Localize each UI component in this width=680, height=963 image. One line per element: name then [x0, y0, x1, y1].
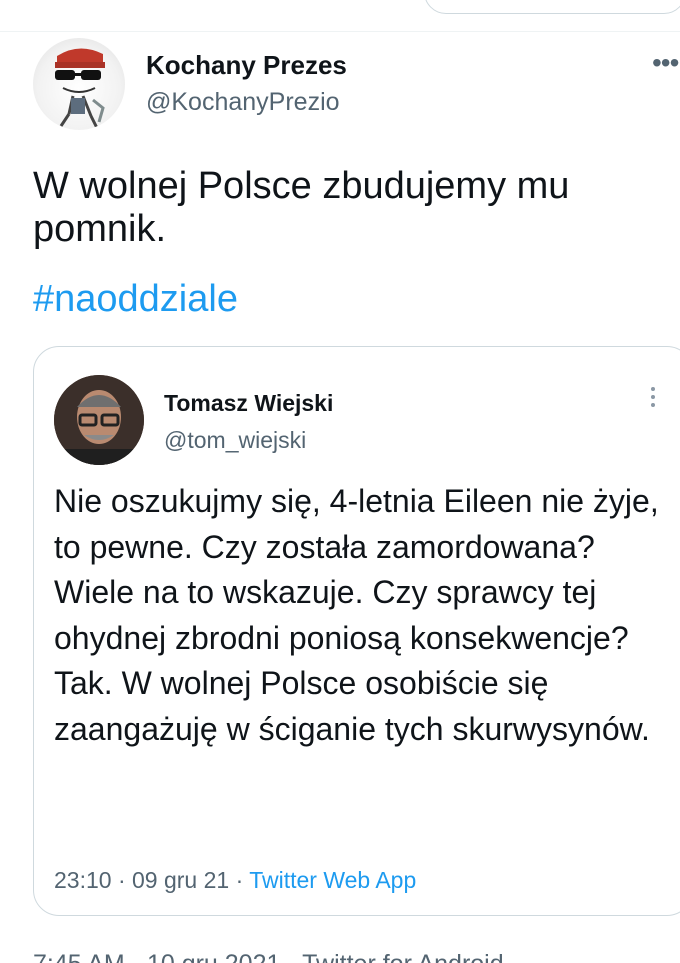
- quoted-source-link[interactable]: Twitter Web App: [249, 867, 416, 893]
- top-pill-button[interactable]: [424, 0, 680, 14]
- avatar-illustration: [55, 48, 105, 129]
- quoted-tweet-meta: 23:10 · 09 gru 21 · Twitter Web App: [54, 867, 416, 894]
- author-avatar[interactable]: [33, 38, 125, 130]
- quoted-author-avatar[interactable]: [54, 375, 144, 465]
- author-name[interactable]: Kochany Prezes: [146, 50, 347, 81]
- hashtag-link[interactable]: #naoddziale: [33, 278, 238, 321]
- more-vertical-icon[interactable]: [648, 387, 658, 411]
- more-icon[interactable]: •••: [652, 47, 679, 79]
- quoted-timestamp: 23:10 · 09 gru 21 ·: [54, 867, 250, 893]
- author-handle[interactable]: @KochanyPrezio: [146, 88, 340, 117]
- quoted-avatar-photo: [54, 375, 144, 465]
- quoted-author-name[interactable]: Tomasz Wiejski: [164, 390, 333, 417]
- tweet-text: W wolnej Polsce zbudujemy mu pomnik.: [33, 165, 570, 250]
- tweet-footer-meta: 7:45 AM · 10 gru 2021 · Twitter for Andr…: [33, 950, 504, 963]
- quoted-tweet-text: Nie oszukujmy się, 4-letnia Eileen nie ż…: [54, 483, 659, 747]
- quoted-author-handle[interactable]: @tom_wiejski: [164, 427, 306, 454]
- divider: [0, 31, 680, 32]
- quoted-tweet[interactable]: Tomasz Wiejski @tom_wiejski Nie oszukujm…: [33, 346, 680, 916]
